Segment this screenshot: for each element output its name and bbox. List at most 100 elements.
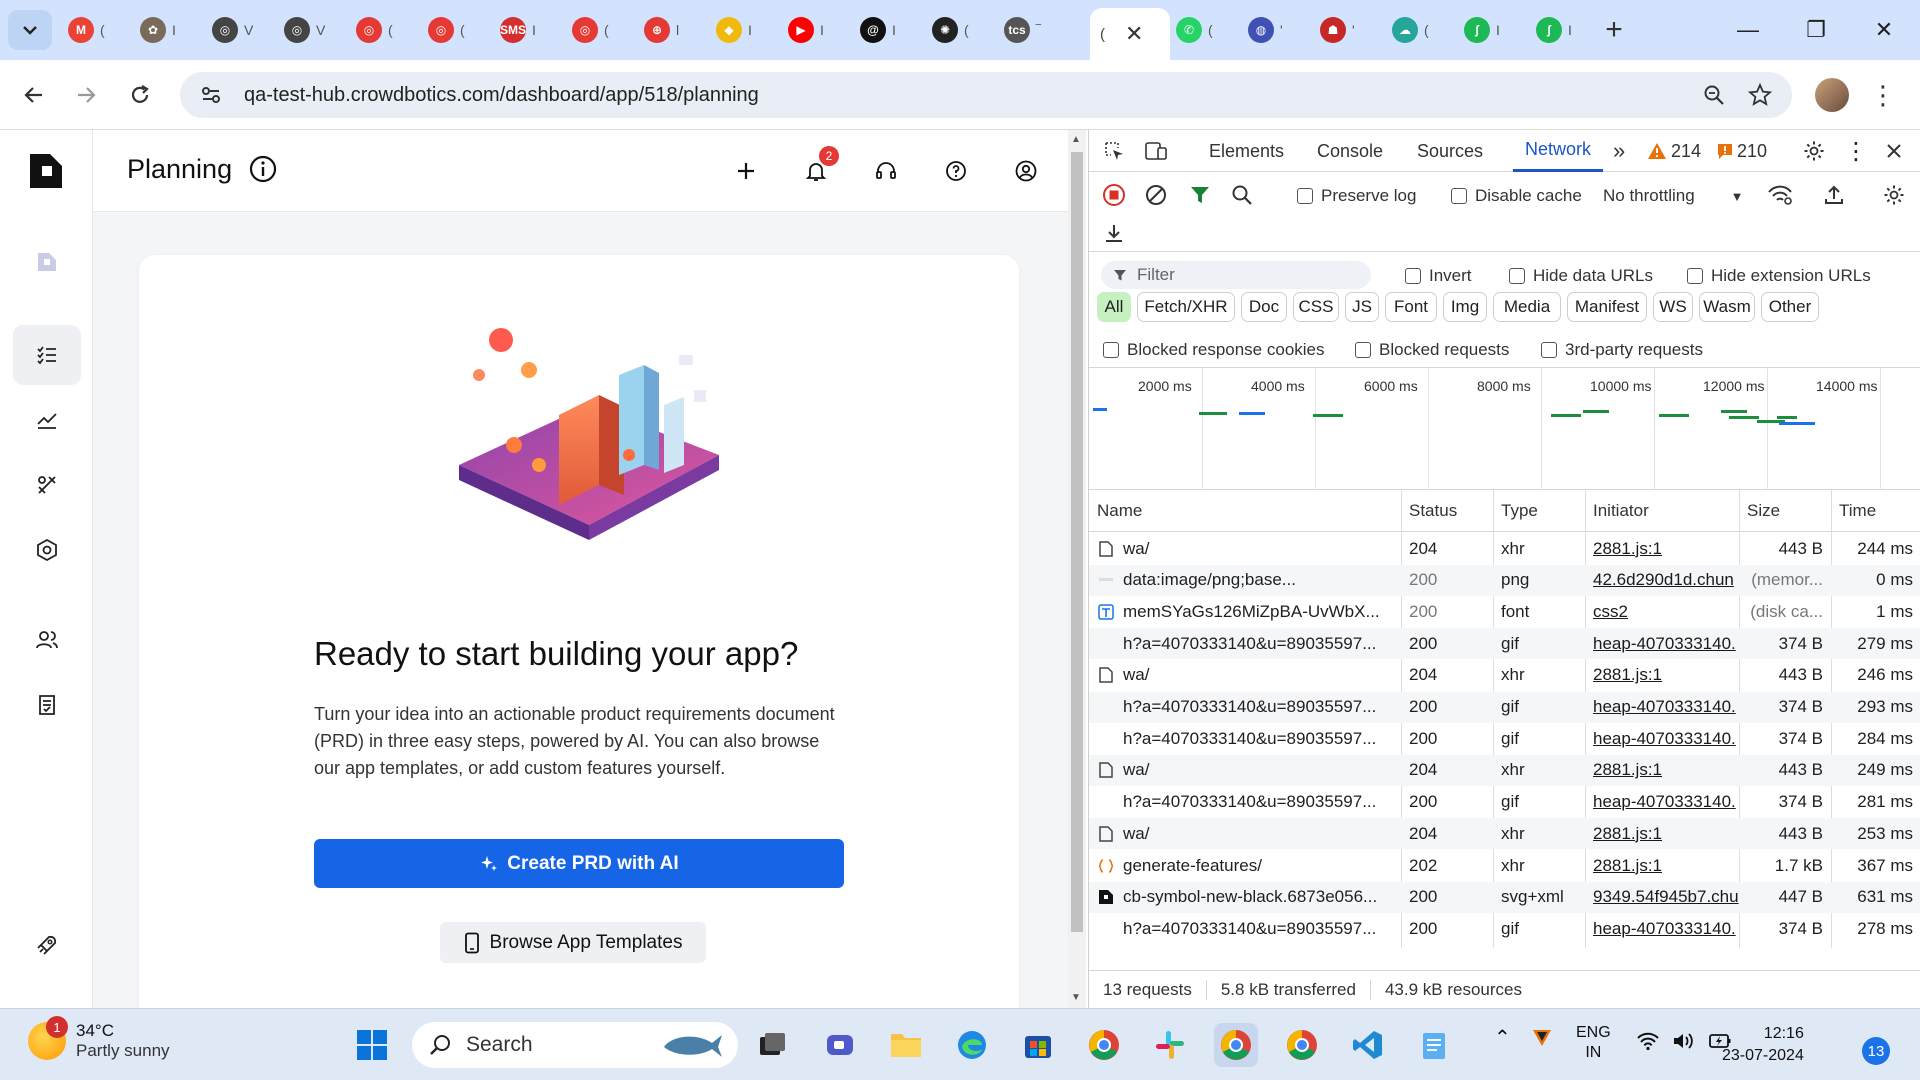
request-row[interactable]: h?a=4070333140&u=89035597... 200 gif heap-4… [1089,913,1920,944]
hide-data-urls-checkbox[interactable]: Hide data URLs [1509,266,1653,286]
type-filter-wasm[interactable]: Wasm [1699,292,1755,322]
request-row[interactable]: wa/204 xhr 2881.js:1 443 B 246 ms [1089,660,1920,691]
type-filter-css[interactable]: CSS [1293,292,1339,322]
browser-tab[interactable]: ◎( [346,10,414,50]
browser-tab[interactable]: ʃI [1526,10,1594,50]
taskbar-vscode[interactable] [1346,1023,1390,1067]
browser-tab[interactable]: ☗ ' [1310,10,1378,50]
type-filter-js[interactable]: JS [1345,292,1379,322]
request-row[interactable]: h?a=4070333140&u=89035597... 200 gif heap-4… [1089,723,1920,754]
request-initiator-cell[interactable]: heap-4070333140. [1585,628,1739,659]
request-row[interactable]: h?a=4070333140&u=89035597... 200 gif heap-4… [1089,628,1920,660]
language-indicator[interactable]: ENG IN [1576,1023,1611,1063]
filter-funnel-icon[interactable] [1185,180,1215,210]
profile-avatar[interactable] [1815,78,1849,112]
taskbar-chrome-2[interactable] [1280,1023,1324,1067]
tab-console[interactable]: Console [1317,130,1383,172]
sidebar-item-tools[interactable] [13,455,81,515]
network-settings-icon[interactable] [1879,180,1909,210]
browser-tab[interactable]: tcs ‾ [994,10,1062,50]
browse-templates-button[interactable]: Browse App Templates [440,922,706,963]
errors-counter[interactable]: 210 [1717,130,1767,172]
notification-center-badge[interactable]: 13 [1862,1037,1890,1065]
export-har-icon[interactable] [1099,218,1129,248]
taskbar-store[interactable] [1016,1023,1060,1067]
browser-tab[interactable]: ◆ I [706,10,774,50]
browser-tab[interactable]: ✺( [922,10,990,50]
import-har-icon[interactable] [1819,180,1849,210]
request-initiator-cell[interactable]: heap-4070333140. [1585,692,1739,723]
browser-tab[interactable]: ✿ I [130,10,198,50]
browser-menu-icon[interactable]: ⋮ [1868,75,1898,115]
taskbar-slack[interactable] [1148,1023,1192,1067]
start-button[interactable] [350,1023,394,1067]
devtools-menu-icon[interactable]: ⋮ [1841,136,1871,166]
hide-data-urls-box[interactable] [1509,268,1525,284]
throttling-select[interactable]: No throttling ▼ [1603,186,1744,206]
network-overview-timeline[interactable]: 2000 ms 4000 ms 6000 ms 8000 ms 10000 ms 1200… [1089,368,1920,490]
scrollbar-thumb[interactable] [1071,152,1083,932]
browser-tab[interactable]: SMS I [490,10,558,50]
scroll-down-icon[interactable]: ▼ [1071,992,1081,1003]
request-initiator-cell[interactable]: 2881.js:1 [1585,660,1739,691]
column-header-size[interactable]: Size [1739,490,1831,532]
add-button[interactable] [729,154,763,188]
browser-tab[interactable]: @ I [850,10,918,50]
search-icon[interactable] [1227,180,1257,210]
request-row[interactable]: h?a=4070333140&u=89035597... 200 gif heap-4… [1089,787,1920,818]
taskbar-chrome-1[interactable] [1082,1023,1126,1067]
browser-tab[interactable]: ◎ V [274,10,342,50]
notifications-button[interactable]: 2 [799,146,839,188]
type-filter-other[interactable]: Other [1761,292,1819,322]
record-stop-icon[interactable] [1099,180,1129,210]
request-initiator-cell[interactable]: 2881.js:1 [1585,818,1739,849]
page-scrollbar[interactable]: ▲ ▼ [1068,130,1086,1008]
bookmark-star-icon[interactable] [1738,72,1782,118]
close-devtools-icon[interactable] [1879,136,1909,166]
request-initiator-cell[interactable]: 42.6d290d1d.chun [1585,565,1739,596]
maximize-button[interactable]: ❐ [1788,8,1844,52]
sidebar-item-team[interactable] [13,610,81,670]
create-prd-button[interactable]: Create PRD with AI [314,839,844,888]
browser-tab[interactable]: M( [58,10,126,50]
request-initiator-cell[interactable]: 2881.js:1 [1585,850,1739,881]
more-tabs-button[interactable]: » [1613,130,1625,172]
request-row[interactable]: h?a=4070333140&u=89035597... 200 gif heap-4… [1089,691,1920,723]
type-filter-fetchxhr[interactable]: Fetch/XHR [1137,292,1235,322]
close-tab-icon[interactable]: ✕ [1125,21,1143,47]
taskbar-search[interactable]: Search [412,1022,738,1068]
preserve-log-checkbox[interactable]: Preserve log [1297,186,1416,206]
browser-tab[interactable]: ⊕ l [634,10,702,50]
sidebar-item-app[interactable] [13,232,81,292]
network-conditions-icon[interactable] [1765,180,1795,210]
hide-extension-urls-checkbox[interactable]: Hide extension URLs [1687,266,1871,286]
type-filter-ws[interactable]: WS [1653,292,1693,322]
browser-tab[interactable]: ☁( [1382,10,1450,50]
task-view-button[interactable] [750,1023,794,1067]
scroll-up-icon[interactable]: ▲ [1071,134,1081,145]
type-filter-doc[interactable]: Doc [1241,292,1287,322]
zoom-icon[interactable] [1692,72,1736,118]
browser-tab[interactable]: ◎ V [202,10,270,50]
third-party-checkbox[interactable]: 3rd-party requests [1541,340,1703,360]
column-header-time[interactable]: Time [1831,490,1920,532]
column-header-status[interactable]: Status [1401,490,1493,532]
sidebar-item-settings[interactable] [13,520,81,580]
request-row[interactable]: cb-symbol-new-black.6873e056... 200 svg+xm… [1089,881,1920,913]
sidebar-item-launch[interactable] [13,915,81,975]
sidebar-item-analytics[interactable] [13,390,81,450]
address-bar[interactable]: qa-test-hub.crowdbotics.com/dashboard/ap… [180,72,1792,118]
request-initiator-cell[interactable]: 2881.js:1 [1585,755,1739,786]
request-initiator-cell[interactable]: 2881.js:1 [1585,533,1739,564]
request-row[interactable]: wa/204 xhr 2881.js:1 443 B 253 ms [1089,818,1920,850]
request-initiator-cell[interactable]: heap-4070333140. [1585,787,1739,818]
forward-button[interactable] [66,75,106,115]
tab-search-button[interactable] [8,10,52,50]
blocked-requests-checkbox[interactable]: Blocked requests [1355,340,1509,360]
request-row[interactable]: wa/204 xhr 2881.js:1 443 B 244 ms [1089,533,1920,564]
disable-cache-box[interactable] [1451,188,1467,204]
weather-widget[interactable]: 1 34°C Partly sunny [28,1016,170,1061]
sidebar-item-docs[interactable] [13,675,81,735]
blocked-requests-box[interactable] [1355,342,1371,358]
reload-button[interactable] [120,75,160,115]
